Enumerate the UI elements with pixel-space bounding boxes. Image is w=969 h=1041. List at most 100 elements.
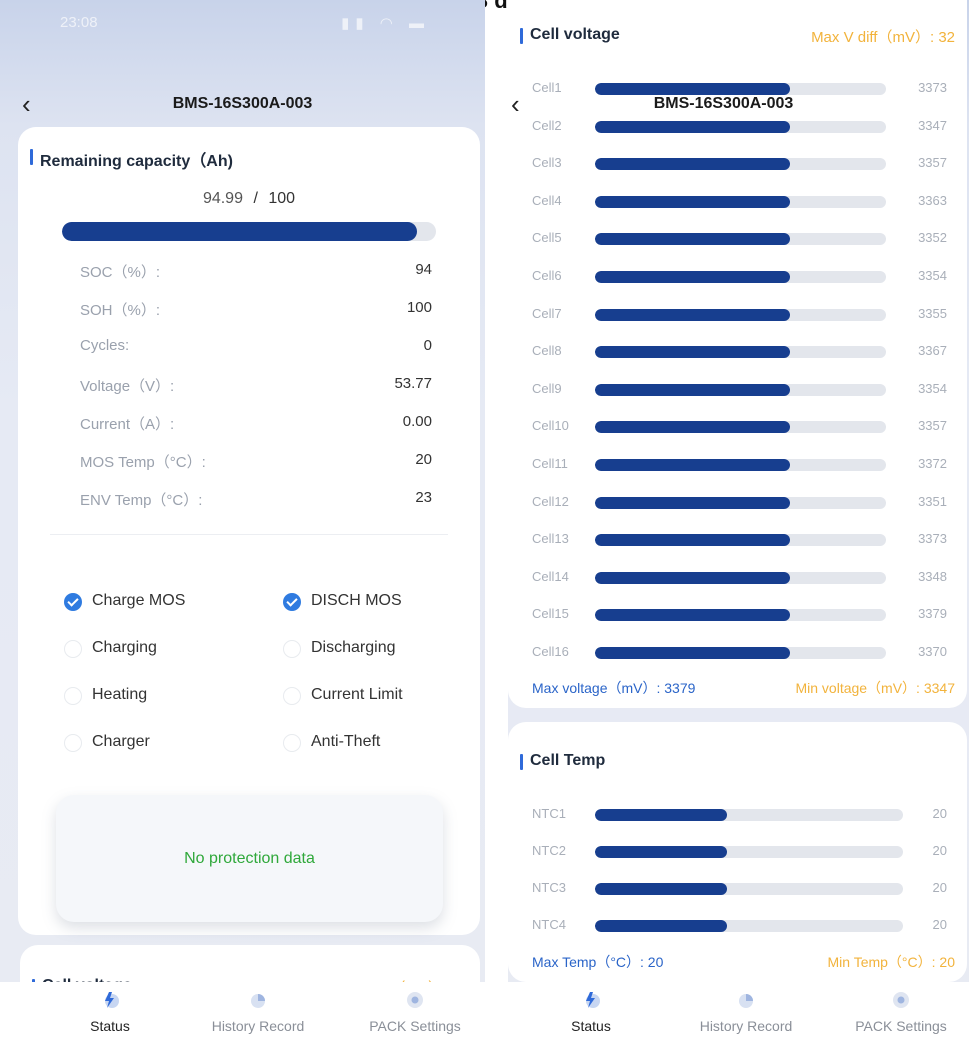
cell-bar — [595, 534, 886, 547]
metric-row: SOH（%）: 100 — [80, 299, 432, 321]
ntc-label: NTC2 — [532, 843, 566, 858]
ntc-bar — [595, 846, 903, 858]
cell-bar — [595, 233, 886, 246]
cell-bar-fill — [595, 120, 790, 133]
ntc-bar — [595, 883, 903, 895]
cell-value: 3370 — [918, 644, 947, 659]
cell-row: Cell7 3355 — [532, 304, 947, 324]
metric-label: Current（A）: — [80, 416, 175, 433]
cell-bar — [595, 421, 886, 434]
pie-chart-icon — [739, 994, 753, 1008]
cell-row: Cell15 3379 — [532, 604, 947, 624]
nav-bar-overlay: ‹ BMS-16S300A-003 — [508, 91, 969, 121]
cell-temp-title: Cell Temp — [520, 752, 605, 770]
ntc-label: NTC1 — [532, 806, 566, 821]
cell-value: 3351 — [918, 493, 947, 509]
cell-bar-fill — [595, 308, 790, 321]
metric-row: ENV Temp（°C）: 23 — [80, 489, 432, 511]
ntc-value: 20 — [932, 806, 947, 821]
ntc-row: NTC1 20 — [532, 804, 947, 824]
metric-value: 20 — [415, 451, 432, 468]
check-circle-icon — [64, 593, 82, 611]
metric-row: Cycles: 0 — [80, 337, 432, 359]
cell-bar — [595, 459, 886, 471]
ntc-row: NTC4 20 — [532, 915, 947, 935]
cell-bar-fill — [595, 421, 790, 434]
ntc-bar-fill — [595, 920, 728, 932]
cell-value: 3372 — [918, 456, 947, 471]
tab-bar: Status History Record PACK Settings — [508, 982, 969, 1041]
cell-row: Cell10 3357 — [532, 416, 947, 436]
settings-dot-icon — [893, 992, 909, 1008]
cell-label: Cell7 — [532, 305, 562, 321]
divider — [50, 534, 448, 535]
status-flag-label: DISCH MOS — [311, 592, 402, 609]
settings-dot-icon — [407, 992, 423, 1008]
cell-label: Cell13 — [532, 531, 569, 547]
ntc-row: NTC2 20 — [532, 841, 947, 861]
cell-row: Cell6 3354 — [532, 266, 947, 286]
cell-bar — [595, 571, 886, 584]
pie-chart-icon — [251, 994, 265, 1008]
cell-bar-fill — [595, 647, 790, 659]
cell-row: Cell14 3348 — [532, 567, 947, 587]
tab-status-label: Status — [90, 1018, 130, 1034]
cell-row: Cell5 3352 — [532, 228, 947, 248]
metric-value: 23 — [415, 489, 432, 506]
cell-row: Cell8 3367 — [532, 341, 947, 361]
metric-label: MOS Temp（°C）: — [80, 454, 206, 471]
cell-label: Cell8 — [532, 343, 562, 359]
cell-bar — [595, 647, 886, 659]
cell-bar — [595, 346, 886, 359]
ntc-label: NTC3 — [532, 880, 566, 895]
max-voltage: Max voltage（mV）: 3379 — [532, 680, 696, 696]
ntc-value: 20 — [932, 880, 947, 895]
cell-bar-fill — [595, 158, 790, 171]
cell-bar — [595, 496, 886, 509]
status-flag-label: Heating — [92, 686, 148, 703]
cell-bar-fill — [595, 346, 790, 359]
capacity-title: Remaining capacity（Ah) — [30, 147, 233, 171]
status-screen-left: 23:08 ▮▮ ◠ ▬ ‹ BMS-16S300A-003 Remaining… — [0, 0, 485, 1041]
cell-bar-fill — [595, 195, 790, 208]
cell-row: Cell12 3351 — [532, 492, 947, 512]
cell-label: Cell11 — [532, 456, 568, 471]
cell-value: 3352 — [918, 230, 947, 246]
capacity-total: 100 — [268, 190, 296, 207]
metric-row: SOC（%）: 94 — [80, 261, 432, 283]
metric-label: Cycles: — [80, 337, 130, 354]
cell-bar — [595, 383, 886, 396]
cell-row: Cell4 3363 — [532, 191, 947, 211]
tab-bar: Status History Record PACK Settings — [0, 982, 485, 1041]
empty-circle-icon — [283, 734, 301, 752]
cell-bar — [595, 158, 886, 171]
ntc-value: 20 — [932, 843, 947, 858]
metric-label: Voltage（V）: — [80, 378, 175, 395]
cell-value: 3357 — [918, 418, 947, 434]
cell-value: 3355 — [918, 305, 947, 321]
cell-row: Cell3 3357 — [532, 153, 947, 173]
metric-value: 53.77 — [394, 375, 432, 392]
status-screen-right: Cell voltage Max V diff（mV）: 32 Cell1 337… — [508, 0, 969, 1041]
empty-circle-icon — [64, 640, 82, 658]
metric-value: 100 — [406, 299, 432, 316]
tab-pack-label: PACK Settings — [855, 1018, 947, 1034]
metric-row: Current（A）: 0.00 — [80, 413, 432, 435]
cell-bar — [595, 609, 886, 622]
check-circle-icon — [283, 593, 301, 611]
tab-history-label: History Record — [211, 1018, 305, 1034]
cell-bar-fill — [595, 271, 790, 283]
cell-bar-fill — [595, 383, 790, 396]
cell-label: Cell5 — [532, 230, 562, 246]
metric-label: ENV Temp（°C）: — [80, 492, 203, 509]
page-title: BMS-16S300A-003 — [172, 95, 313, 112]
page-title: BMS-16S300A-003 — [653, 95, 794, 112]
capacity-separator: / — [253, 190, 258, 207]
status-flag-label: Charging — [92, 639, 157, 656]
status-flag-label: Current Limit — [311, 686, 403, 703]
tab-status-label: Status — [571, 1018, 611, 1034]
tab-pack-label: PACK Settings — [369, 1018, 461, 1034]
capacity-bar-fill — [62, 222, 418, 241]
status-flag-label: Anti-Theft — [311, 733, 381, 750]
cell-bar-fill — [595, 609, 790, 622]
